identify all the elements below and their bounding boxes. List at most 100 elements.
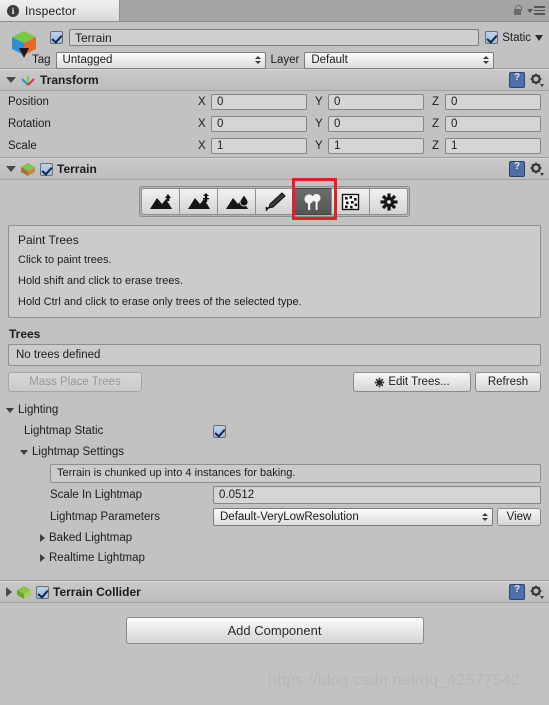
transform-row-scale: Scale X 1 Y 1 Z 1: [0, 135, 549, 157]
updown-arrow-icon: [482, 513, 488, 521]
foldout-arrow-icon[interactable]: [40, 534, 45, 542]
trees-button-row: Mass Place Trees Edit Trees... Refresh: [8, 372, 541, 392]
inspector-panel: i Inspector Terrain Static Tag Untagged …: [0, 0, 549, 705]
edit-trees-button[interactable]: Edit Trees...: [353, 372, 471, 392]
terrain-collider-enabled-checkbox[interactable]: [36, 585, 49, 599]
terrain-settings-tool[interactable]: [369, 188, 408, 215]
axis-label-z: Z: [432, 118, 440, 130]
gear-icon[interactable]: [530, 73, 544, 87]
mountain-up-arrow-icon: [149, 193, 172, 209]
scale-x-input[interactable]: 1: [211, 138, 307, 154]
lightmap-settings-foldout[interactable]: Lightmap Settings: [6, 442, 549, 462]
mass-place-trees-button[interactable]: Mass Place Trees: [8, 372, 142, 392]
scale-z-input[interactable]: 1: [445, 138, 541, 154]
paint-details-tool[interactable]: [331, 188, 370, 215]
view-lightmap-parameters-button[interactable]: View: [497, 508, 541, 526]
foldout-arrow-icon[interactable]: [6, 166, 16, 172]
axis-y: Y 0: [315, 94, 424, 110]
chevron-down-icon[interactable]: [535, 34, 543, 41]
axis-x: X 0: [198, 94, 307, 110]
transform-row-position: Position X 0 Y 0 Z 0: [0, 91, 549, 113]
rotation-x-input[interactable]: 0: [211, 116, 307, 132]
view-button-label: View: [506, 511, 532, 523]
foldout-arrow-icon[interactable]: [20, 449, 28, 455]
baked-lightmap-foldout[interactable]: Baked Lightmap: [6, 528, 549, 548]
foldout-arrow-icon[interactable]: [6, 407, 14, 413]
chunk-note-box: Terrain is chunked up into 4 instances f…: [50, 463, 541, 483]
component-title-terrain-collider: Terrain Collider: [53, 585, 141, 599]
help-book-icon[interactable]: [509, 584, 525, 600]
help-title: Paint Trees: [18, 233, 79, 247]
component-header-actions: [509, 72, 544, 88]
axis-z: Z 0: [432, 116, 541, 132]
gear-icon[interactable]: [530, 162, 544, 176]
place-trees-tool[interactable]: [293, 188, 332, 215]
scale-in-lightmap-input[interactable]: 0.0512: [213, 486, 541, 504]
layer-dropdown[interactable]: Default: [304, 51, 495, 69]
foldout-arrow-icon[interactable]: [40, 554, 45, 562]
gear-icon[interactable]: [530, 585, 544, 599]
smooth-height-tool[interactable]: [217, 188, 256, 215]
axis-label-x: X: [198, 140, 206, 152]
help-book-icon[interactable]: [509, 161, 525, 177]
realtime-lightmap-label: Realtime Lightmap: [49, 552, 145, 564]
lightmap-static-label: Lightmap Static: [24, 425, 104, 437]
axis-label-y: Y: [315, 118, 323, 130]
position-y-input[interactable]: 0: [328, 94, 424, 110]
prefab-cube-icon[interactable]: [8, 28, 40, 60]
axis-label-y: Y: [315, 96, 323, 108]
realtime-lightmap-foldout[interactable]: Realtime Lightmap: [6, 548, 549, 568]
component-header-transform[interactable]: Transform: [0, 69, 549, 91]
position-x-input[interactable]: 0: [211, 94, 307, 110]
info-circle-icon: i: [7, 4, 19, 17]
tag-dropdown[interactable]: Untagged: [55, 51, 266, 69]
component-header-terrain[interactable]: Terrain: [0, 158, 549, 180]
trees-section-title: Trees: [9, 327, 41, 341]
rotation-z-input[interactable]: 0: [445, 116, 541, 132]
position-z-input[interactable]: 0: [445, 94, 541, 110]
tab-inspector[interactable]: i Inspector: [0, 0, 120, 21]
trees-status-box: No trees defined: [8, 344, 541, 366]
hamburger-menu-icon[interactable]: [527, 6, 545, 15]
object-name-value: Terrain: [75, 30, 112, 45]
static-toggle-group[interactable]: Static: [485, 31, 543, 44]
refresh-trees-button[interactable]: Refresh: [475, 372, 541, 392]
refresh-label: Refresh: [487, 376, 529, 388]
component-header-terrain-collider[interactable]: Terrain Collider: [0, 581, 549, 603]
static-checkbox[interactable]: [485, 31, 499, 44]
paint-height-tool[interactable]: [179, 188, 218, 215]
raise-lower-terrain-tool[interactable]: [141, 188, 180, 215]
terrain-tool-toolbar: [0, 178, 549, 221]
component-header-actions: [509, 584, 544, 600]
scale-y-input[interactable]: 1: [328, 138, 424, 154]
lightmap-parameters-label: Lightmap Parameters: [50, 511, 160, 523]
lighting-title: Lighting: [18, 404, 59, 416]
axis-label-y: Y: [315, 140, 323, 152]
rotation-y-input[interactable]: 0: [328, 116, 424, 132]
object-name-input[interactable]: Terrain: [69, 29, 480, 46]
tree-icon: [303, 193, 320, 210]
axis-z: Z 1: [432, 138, 541, 154]
lock-icon[interactable]: [513, 5, 522, 16]
lightmap-parameters-value: Default-VeryLowResolution: [220, 511, 359, 523]
grass-detail-icon: [341, 193, 359, 210]
mass-place-trees-label: Mass Place Trees: [29, 376, 121, 388]
lightmap-static-checkbox[interactable]: [213, 424, 226, 438]
scale-y-value: 1: [334, 140, 341, 152]
axis-y: Y 0: [315, 116, 424, 132]
axis-y: Y 1: [315, 138, 424, 154]
foldout-arrow-icon[interactable]: [6, 77, 16, 83]
add-component-button[interactable]: Add Component: [125, 617, 424, 644]
terrain-enabled-checkbox[interactable]: [40, 162, 53, 176]
paint-texture-tool[interactable]: [255, 188, 294, 215]
foldout-arrow-icon[interactable]: [6, 587, 12, 597]
row-label: Scale: [8, 140, 37, 152]
object-enabled-checkbox[interactable]: [50, 31, 63, 44]
help-book-icon[interactable]: [509, 72, 525, 88]
component-title-transform: Transform: [40, 73, 99, 87]
lighting-foldout[interactable]: Lighting: [6, 400, 549, 420]
tag-layer-row: Tag Untagged Layer Default: [32, 51, 543, 69]
object-name-row: Terrain Static: [50, 28, 543, 47]
help-line-1: Click to paint trees.: [18, 254, 112, 266]
lightmap-parameters-dropdown[interactable]: Default-VeryLowResolution: [213, 508, 493, 526]
